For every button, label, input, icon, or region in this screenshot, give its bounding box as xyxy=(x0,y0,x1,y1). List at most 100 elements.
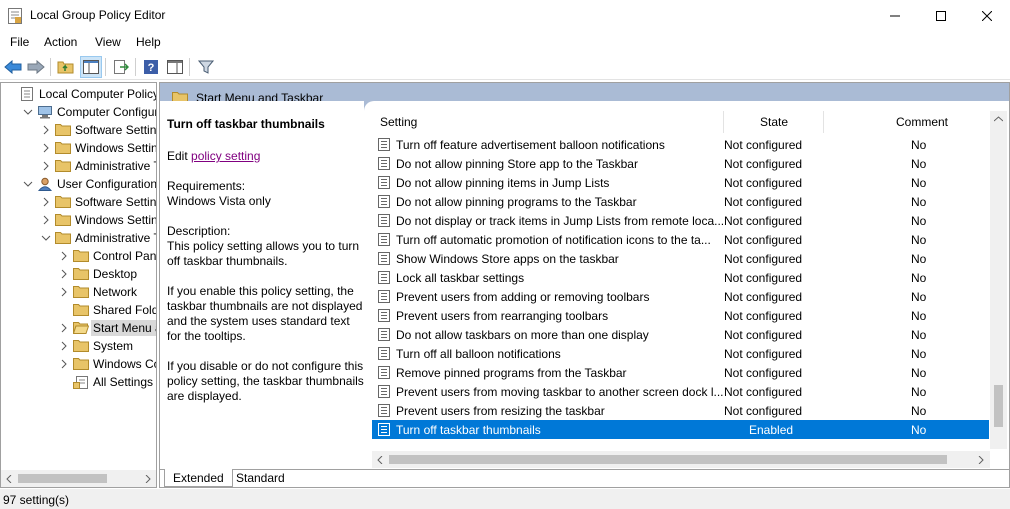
up-folder-button[interactable] xyxy=(55,56,77,78)
export-list-button[interactable] xyxy=(110,56,132,78)
policy-setting-name: Prevent users from moving taskbar to ano… xyxy=(396,385,724,399)
chevron-right-icon[interactable] xyxy=(59,269,69,279)
policy-setting-name: Show Windows Store apps on the taskbar xyxy=(396,252,619,266)
policy-setting-link[interactable]: policy setting xyxy=(191,149,260,163)
forward-button[interactable] xyxy=(25,56,47,78)
menu-action[interactable]: Action xyxy=(44,35,77,49)
column-divider[interactable] xyxy=(823,111,824,133)
menu-help[interactable]: Help xyxy=(136,35,161,49)
policy-row[interactable]: Turn off automatic promotion of notifica… xyxy=(372,230,989,249)
show-hide-action-pane-button[interactable] xyxy=(164,56,186,78)
policy-row[interactable]: Show Windows Store apps on the taskbar No… xyxy=(372,249,989,268)
folder-icon xyxy=(55,232,71,244)
policy-state: Not configured xyxy=(724,233,803,247)
list-horizontal-scrollbar[interactable] xyxy=(372,451,990,468)
chevron-right-icon[interactable] xyxy=(41,215,51,225)
help-icon: ? xyxy=(144,60,158,74)
policy-setting-name: Do not allow taskbars on more than one d… xyxy=(396,328,649,342)
tree-item[interactable]: Network xyxy=(1,283,156,301)
chevron-right-icon[interactable] xyxy=(41,143,51,153)
column-header-comment[interactable]: Comment xyxy=(896,115,948,129)
policy-row[interactable]: Prevent users from resizing the taskbar N… xyxy=(372,401,989,420)
tree-item[interactable]: Control Panel xyxy=(1,247,156,265)
policy-setting-name: Turn off feature advertisement balloon n… xyxy=(396,138,665,152)
policy-row[interactable]: Do not display or track items in Jump Li… xyxy=(372,211,989,230)
policy-row[interactable]: Do not allow pinning Store app to the Ta… xyxy=(372,154,989,173)
tree-scroll-thumb[interactable] xyxy=(18,474,107,483)
tree-item[interactable]: Local Computer Policy xyxy=(1,85,156,103)
policy-row[interactable]: Prevent users from moving taskbar to ano… xyxy=(372,382,989,401)
console-tree[interactable]: Local Computer Policy Computer Configura S… xyxy=(0,82,157,488)
tree-item[interactable]: Software Settings xyxy=(1,193,156,211)
menu-view[interactable]: View xyxy=(95,35,121,49)
tree-item[interactable]: Windows Setting xyxy=(1,139,156,157)
close-button[interactable] xyxy=(964,0,1010,31)
chevron-down-icon[interactable] xyxy=(23,179,33,189)
policy-row[interactable]: Lock all taskbar settings Not configured N… xyxy=(372,268,989,287)
tab-standard[interactable]: Standard xyxy=(228,469,293,487)
filter-button[interactable] xyxy=(195,56,217,78)
policy-comment: No xyxy=(911,347,927,361)
chevron-right-icon[interactable] xyxy=(59,287,69,297)
folder-icon xyxy=(55,142,71,154)
policy-setting-name: Prevent users from resizing the taskbar xyxy=(396,404,605,418)
tree-item-label: Control Panel xyxy=(93,249,157,263)
requirements-label: Requirements: xyxy=(167,179,246,193)
chevron-right-icon[interactable] xyxy=(41,197,51,207)
help-button[interactable]: ? xyxy=(140,56,162,78)
policy-setting-icon xyxy=(378,366,390,379)
tree-horizontal-scrollbar[interactable] xyxy=(1,470,156,487)
tree-item[interactable]: Administrative Te xyxy=(1,229,156,247)
policy-row[interactable]: Prevent users from adding or removing to… xyxy=(372,287,989,306)
policy-setting-name: Do not display or track items in Jump Li… xyxy=(396,214,725,228)
folder-icon xyxy=(55,124,71,136)
column-header-state[interactable]: State xyxy=(760,115,788,129)
maximize-button[interactable] xyxy=(918,0,964,31)
tree-item-label: System xyxy=(93,339,134,353)
tree-item[interactable]: All Settings xyxy=(1,373,156,391)
tab-extended[interactable]: Extended xyxy=(164,469,233,487)
chevron-right-icon[interactable] xyxy=(59,359,69,369)
column-header-setting[interactable]: Setting xyxy=(380,115,417,129)
export-list-icon xyxy=(114,60,129,74)
tree-item-label: Start Menu ar xyxy=(91,320,156,336)
chevron-right-icon[interactable] xyxy=(59,251,69,261)
policy-row[interactable]: Prevent users from rearranging toolbars N… xyxy=(372,306,989,325)
policy-comment: No xyxy=(911,328,927,342)
column-divider[interactable] xyxy=(723,111,724,133)
show-hide-console-tree-button[interactable] xyxy=(80,56,102,78)
policy-row[interactable]: Turn off feature advertisement balloon n… xyxy=(372,135,989,154)
policy-setting-icon xyxy=(378,271,390,284)
tree-item[interactable]: Computer Configura xyxy=(1,103,156,121)
list-vscroll-thumb[interactable] xyxy=(994,385,1003,427)
tree-item[interactable]: Administrative Te xyxy=(1,157,156,175)
list-hscroll-thumb[interactable] xyxy=(389,455,947,464)
menu-file[interactable]: File xyxy=(10,35,29,49)
tree-item[interactable]: User Configuration xyxy=(1,175,156,193)
tree-item[interactable]: Windows Setting xyxy=(1,211,156,229)
chevron-down-icon[interactable] xyxy=(41,233,51,243)
policy-row[interactable]: Do not allow pinning items in Jump Lists… xyxy=(372,173,989,192)
policy-setting-name: Do not allow pinning programs to the Tas… xyxy=(396,195,637,209)
policy-row[interactable]: Turn off all balloon notifications Not co… xyxy=(372,344,989,363)
chevron-down-icon[interactable] xyxy=(23,107,33,117)
chevron-right-icon[interactable] xyxy=(59,341,69,351)
chevron-right-icon[interactable] xyxy=(41,161,51,171)
chevron-right-icon[interactable] xyxy=(41,125,51,135)
minimize-button[interactable] xyxy=(872,0,918,31)
policy-row[interactable]: Remove pinned programs from the Taskbar N… xyxy=(372,363,989,382)
policy-row[interactable]: Do not allow taskbars on more than one d… xyxy=(372,325,989,344)
policy-row[interactable]: Do not allow pinning programs to the Tas… xyxy=(372,192,989,211)
tree-item[interactable]: Windows Cor xyxy=(1,355,156,373)
policy-row[interactable]: Turn off taskbar thumbnails Enabled No xyxy=(372,420,989,439)
status-text: 97 setting(s) xyxy=(3,493,70,507)
list-vertical-scrollbar[interactable] xyxy=(990,111,1007,449)
description-paragraph-2: If you enable this policy setting, the t… xyxy=(167,284,363,343)
tree-item[interactable]: Start Menu ar xyxy=(1,319,156,337)
chevron-right-icon[interactable] xyxy=(59,323,69,333)
back-button[interactable] xyxy=(2,56,24,78)
tree-item[interactable]: Desktop xyxy=(1,265,156,283)
tree-item[interactable]: System xyxy=(1,337,156,355)
tree-item[interactable]: Software Settings xyxy=(1,121,156,139)
tree-item[interactable]: Shared Folder xyxy=(1,301,156,319)
